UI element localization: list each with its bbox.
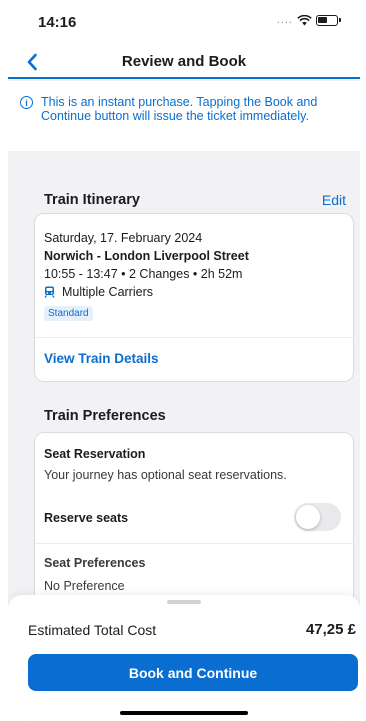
phone-screen: 14:16 .... Review and Book i This is an … — [8, 0, 360, 721]
itinerary-card: Saturday, 17. February 2024 Norwich - Lo… — [34, 213, 354, 382]
info-icon: i — [20, 96, 33, 109]
toggle-knob — [296, 505, 320, 529]
reserve-seats-toggle[interactable] — [294, 503, 341, 531]
view-train-details-link[interactable]: View Train Details — [44, 351, 159, 366]
info-text: This is an instant purchase. Tapping the… — [41, 95, 318, 123]
edit-link[interactable]: Edit — [322, 192, 346, 208]
bottom-sheet: Estimated Total Cost 47,25 £ Book and Co… — [8, 595, 360, 721]
preferences-card: Seat Reservation Your journey has option… — [34, 432, 354, 612]
total-cost-label: Estimated Total Cost — [28, 622, 157, 638]
signal-icon: .... — [276, 14, 293, 26]
carrier-row: Multiple Carriers — [44, 285, 153, 299]
itinerary-section-title: Train Itinerary — [44, 192, 140, 208]
seat-preferences-title[interactable]: Seat Preferences — [44, 556, 145, 570]
total-cost-value: 47,25 £ — [305, 621, 356, 638]
class-badge: Standard — [44, 306, 93, 321]
nav-bar: Review and Book — [8, 46, 360, 79]
battery-icon — [316, 14, 341, 26]
train-icon — [44, 286, 55, 298]
seat-preferences-value[interactable]: No Preference — [44, 579, 125, 593]
divider — [35, 337, 353, 338]
itinerary-route: Norwich - London Liverpool Street — [44, 249, 249, 263]
info-banner: i This is an instant purchase. Tapping t… — [8, 81, 360, 151]
carrier-label: Multiple Carriers — [62, 285, 153, 299]
preferences-section-title: Train Preferences — [44, 408, 166, 424]
wifi-icon — [297, 14, 312, 25]
status-icons: .... — [276, 14, 341, 26]
status-bar: 14:16 .... — [8, 0, 360, 46]
book-and-continue-button[interactable]: Book and Continue — [28, 654, 358, 691]
itinerary-date: Saturday, 17. February 2024 — [44, 231, 203, 245]
status-time: 14:16 — [38, 14, 77, 31]
itinerary-times: 10:55 - 13:47 • 2 Changes • 2h 52m — [44, 267, 243, 281]
seat-reservation-title: Seat Reservation — [44, 447, 146, 461]
sheet-grabber[interactable] — [167, 600, 201, 604]
page-title: Review and Book — [121, 53, 247, 70]
home-indicator — [120, 711, 248, 715]
seat-reservation-description: Your journey has optional seat reservati… — [44, 468, 287, 482]
reserve-seats-label: Reserve seats — [44, 511, 129, 525]
divider — [35, 543, 353, 544]
